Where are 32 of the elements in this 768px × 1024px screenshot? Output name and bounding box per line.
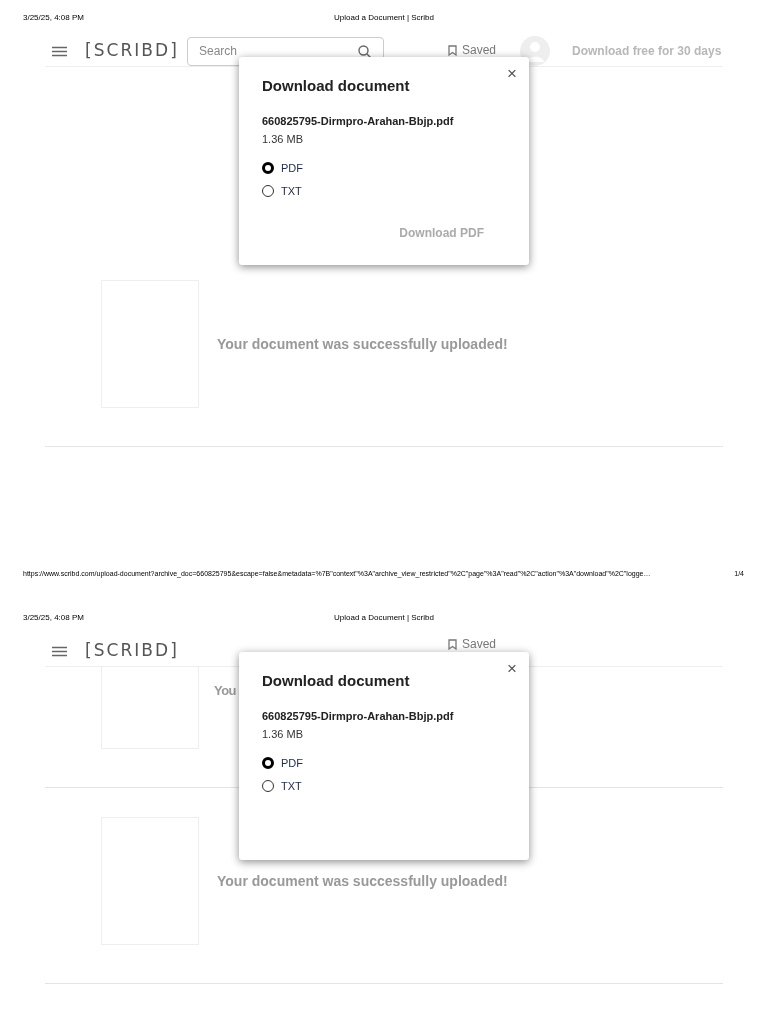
upload-message: Your document was successfully uploaded!	[217, 871, 508, 891]
close-button[interactable]: ×	[507, 660, 517, 677]
search-icon	[358, 44, 371, 58]
file-name: 660825795-Dirmpro-Arahan-Bbjp.pdf	[262, 113, 455, 129]
radio-button[interactable]	[262, 161, 274, 174]
print-title: Upload a Document | Scribd	[334, 12, 434, 24]
format-option[interactable]: TXT	[262, 183, 302, 200]
print-date: 3/25/25, 4:08 PM	[23, 612, 85, 624]
dialog-title: Download document	[262, 76, 411, 96]
saved-link[interactable]: Saved	[448, 44, 497, 56]
format-option[interactable]: PDF	[262, 754, 303, 771]
bookmark-icon	[448, 638, 457, 650]
bookmark-icon	[448, 44, 457, 56]
saved-link[interactable]: Saved	[448, 638, 497, 650]
upload-message: Your document was successfully uploaded!	[217, 334, 508, 354]
radio-button[interactable]	[262, 756, 274, 769]
format-option[interactable]: PDF	[262, 159, 303, 176]
dialog-title: Download document	[262, 671, 411, 691]
close-button[interactable]: ×	[507, 65, 517, 82]
logo[interactable]: [SCRIBD]	[85, 638, 185, 664]
upload-message: You	[214, 682, 237, 700]
file-size: 1.36 MB	[262, 727, 304, 742]
file-size: 1.36 MB	[262, 132, 304, 147]
print-title: Upload a Document | Scribd	[334, 612, 434, 624]
menu-icon[interactable]	[52, 645, 67, 657]
menu-icon[interactable]	[52, 45, 67, 57]
radio-button[interactable]	[262, 185, 274, 198]
format-option[interactable]: TXT	[262, 778, 302, 795]
print-date: 3/25/25, 4:08 PM	[23, 12, 85, 24]
logo[interactable]: [SCRIBD]	[85, 38, 185, 64]
file-name: 660825795-Dirmpro-Arahan-Bbjp.pdf	[262, 708, 455, 724]
radio-button[interactable]	[262, 780, 274, 793]
